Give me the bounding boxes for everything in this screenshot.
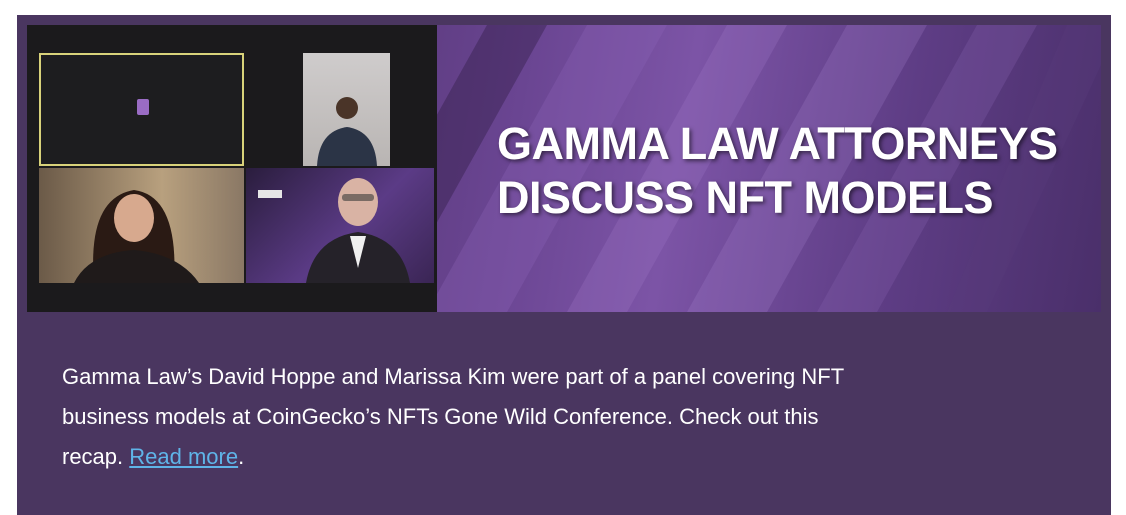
banner-image[interactable]: GAMMA LAW ATTORNEYS DISCUSS NFT MODELS [27, 25, 1101, 312]
banner-title-line2: DISCUSS NFT MODELS [497, 172, 994, 223]
video-call-screenshot [27, 25, 437, 312]
video-tile-participant [246, 168, 434, 283]
participant-silhouette [74, 190, 199, 283]
summary-line1: Gamma Law’s David Hoppe and Marissa Kim … [62, 364, 845, 389]
participant-silhouette [258, 178, 410, 283]
participant-avatar [137, 99, 149, 115]
video-tile-participant [303, 53, 390, 166]
participant-silhouette [317, 97, 377, 166]
video-tile-empty [39, 53, 244, 166]
summary-line2: business models at CoinGecko’s NFTs Gone… [62, 404, 819, 429]
news-card: GAMMA LAW ATTORNEYS DISCUSS NFT MODELS G… [17, 15, 1111, 515]
article-summary: Gamma Law’s David Hoppe and Marissa Kim … [62, 357, 1072, 477]
video-tile-participant [39, 168, 244, 283]
summary-line3-suffix: . [238, 444, 245, 469]
read-more-link[interactable]: Read more [129, 444, 238, 469]
banner-title-line1: GAMMA LAW ATTORNEYS [497, 118, 1058, 169]
summary-line3-prefix: recap. [62, 444, 130, 469]
banner-title: GAMMA LAW ATTORNEYS DISCUSS NFT MODELS [497, 117, 1097, 225]
